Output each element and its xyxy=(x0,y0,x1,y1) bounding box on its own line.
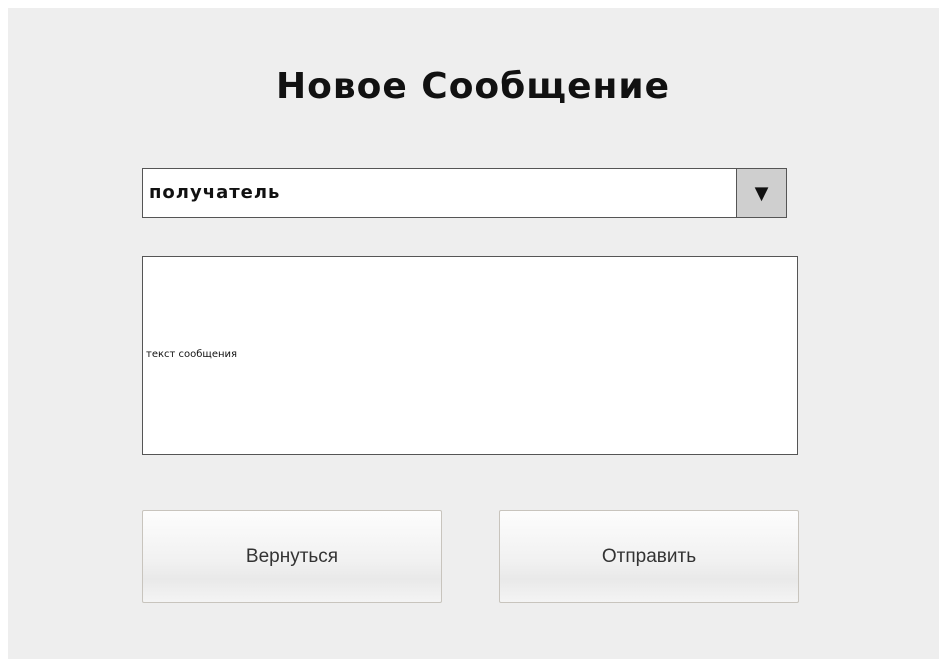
message-textarea[interactable]: текст сообщения xyxy=(142,256,798,455)
recipient-select[interactable]: получатель ▼ xyxy=(142,168,787,218)
page-title: Новое Сообщение xyxy=(275,66,671,107)
send-button[interactable]: Отправить xyxy=(499,510,799,603)
dropdown-arrow-icon[interactable]: ▼ xyxy=(736,169,786,217)
back-button[interactable]: Вернуться xyxy=(142,510,442,603)
recipient-select-value: получатель xyxy=(149,182,281,203)
message-placeholder: текст сообщения xyxy=(146,349,238,360)
